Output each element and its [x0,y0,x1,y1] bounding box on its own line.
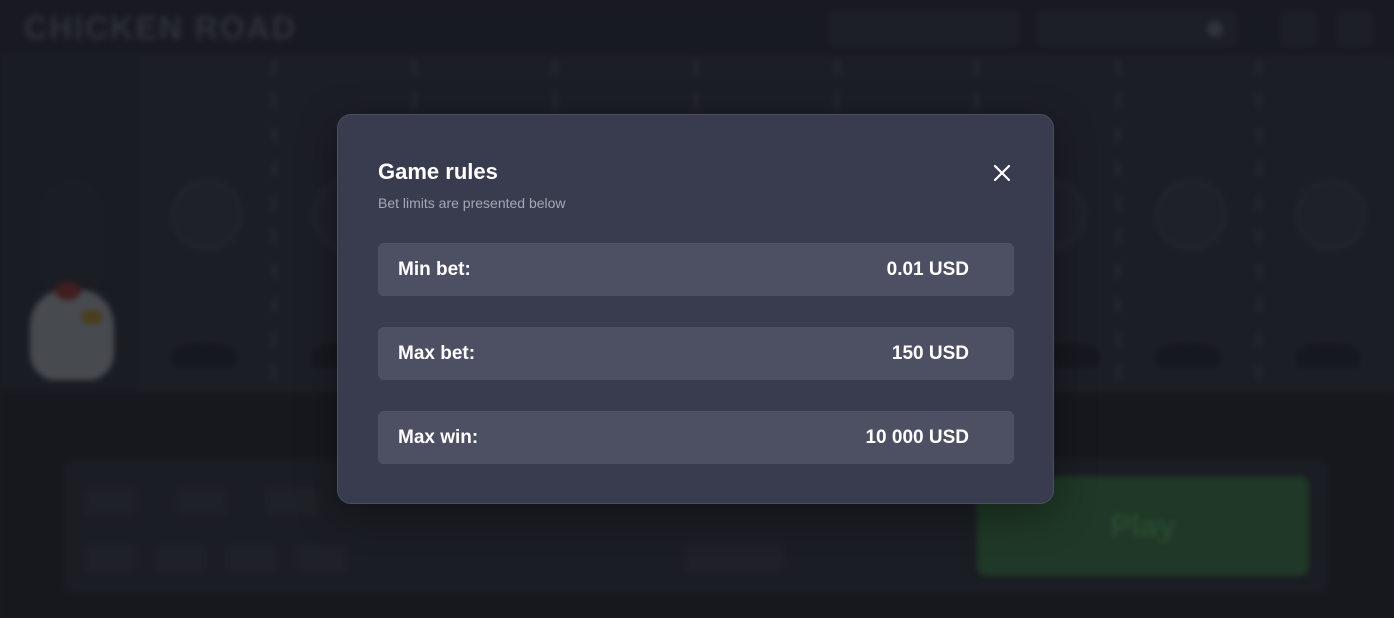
limit-value: 150 USD [891,343,969,364]
max-bet-row: Max bet: 150 USD [378,327,1014,380]
limit-label: Max win: [398,427,479,448]
max-win-row: Max win: 10 000 USD [378,411,1014,464]
limit-label: Min bet: [398,259,471,280]
limit-label: Max bet: [398,343,476,364]
close-icon [993,164,1011,182]
limit-value: 0.01 USD [886,259,969,280]
game-rules-modal: Game rules Bet limits are presented belo… [337,114,1054,504]
limit-value: 10 000 USD [865,427,969,448]
close-button[interactable] [988,159,1016,187]
modal-title: Game rules [378,159,498,184]
min-bet-row: Min bet: 0.01 USD [378,243,1014,296]
modal-subtitle: Bet limits are presented below [378,195,566,211]
